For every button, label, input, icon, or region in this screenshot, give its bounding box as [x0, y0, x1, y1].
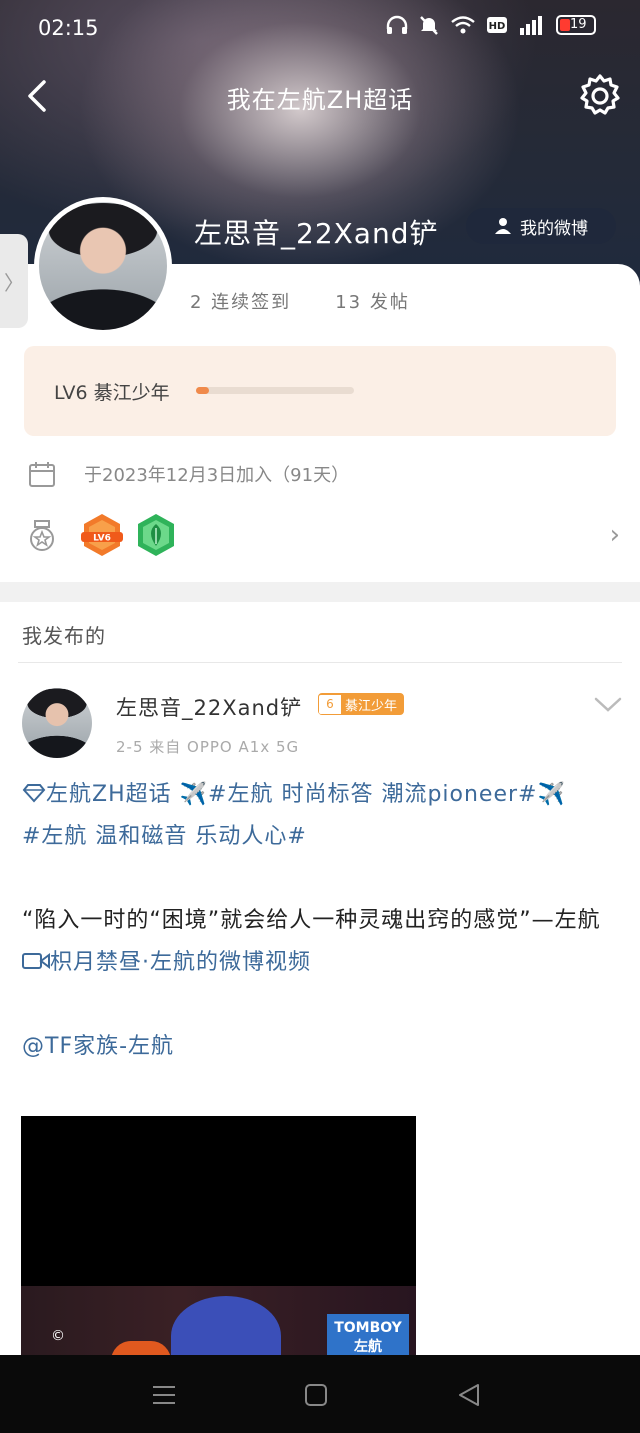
status-bar: 02:15 HD 19 [0, 0, 640, 58]
profile-username: 左思音_22Xand铲 [194, 217, 439, 250]
checkin-stat[interactable]: 2 连续签到 [190, 288, 291, 314]
section-title: 我发布的 [22, 624, 106, 648]
profile-stats: 2 连续签到 13 发帖 [190, 288, 410, 314]
video-thumbnail[interactable]: © TOMBOY 左航 [21, 1116, 416, 1356]
badge-row[interactable]: LV6 › [28, 512, 620, 562]
diamond-icon [22, 784, 46, 803]
video-link[interactable]: 枳月禁昼·左航的微博视频 [22, 942, 622, 984]
level-progress-fill [196, 387, 209, 394]
leaf-badge-icon[interactable] [134, 512, 178, 558]
rank-level: 6 [319, 694, 341, 714]
status-time: 02:15 [38, 16, 99, 40]
hd-icon: HD [487, 17, 507, 33]
mention-link[interactable]: @TF家族-左航 [22, 1026, 622, 1068]
home-button[interactable] [300, 1379, 332, 1411]
hashtag-voice[interactable]: #左航 温和磁音 乐动人心# [22, 816, 622, 858]
settings-button[interactable] [576, 72, 624, 120]
battery-icon: 19 [556, 15, 596, 35]
chevron-down-icon [594, 697, 622, 712]
menu-icon [153, 1386, 175, 1404]
topic-link[interactable]: 左航ZH超话 [22, 782, 180, 807]
mute-bell-icon [420, 16, 438, 35]
my-weibo-button[interactable]: 我的微博 [466, 208, 616, 244]
profile-avatar[interactable] [34, 197, 172, 335]
level-label: LV6 綦江少年 [54, 382, 170, 404]
person-icon [495, 218, 511, 234]
copyright-mark: © [51, 1328, 65, 1344]
video-camera-icon [22, 953, 50, 969]
svg-text:LV6: LV6 [93, 534, 111, 544]
post-author-avatar[interactable] [22, 688, 92, 758]
signal-icon [520, 16, 542, 35]
battery-level: 19 [570, 17, 587, 32]
back-nav-button[interactable] [454, 1379, 486, 1411]
post-menu-button[interactable] [592, 692, 624, 716]
medal-icon [30, 520, 54, 551]
calendar-icon [29, 462, 55, 487]
post-quote: “陷入一时的“困境”就会给人一种灵魂出窍的感觉”—左航 [22, 908, 601, 933]
divider-line [18, 662, 622, 663]
menu-button[interactable] [148, 1379, 180, 1411]
post-tags-line-1: 左航ZH超话 ✈️#左航 时尚标答 潮流pioneer#✈️ [22, 774, 622, 816]
chevron-right-icon[interactable]: › [610, 520, 620, 550]
rank-tag: 6 綦江少年 [318, 693, 405, 715]
join-row: 于2023年12月3日加入（91天） [28, 460, 349, 488]
my-weibo-label: 我的微博 [520, 218, 588, 239]
level-progress-bar [196, 387, 354, 394]
posts-stat[interactable]: 13 发帖 [335, 288, 410, 314]
gear-icon [580, 74, 620, 115]
post-body: 左航ZH超话 ✈️#左航 时尚标答 潮流pioneer#✈️ #左航 温和磁音 … [22, 774, 622, 1068]
hashtag-fashion[interactable]: ✈️#左航 时尚标答 潮流pioneer#✈️ [180, 782, 566, 807]
svg-text:HD: HD [489, 21, 506, 32]
section-divider [0, 582, 640, 602]
topic-link-text: 左航ZH超话 [46, 782, 172, 807]
triangle-back-icon [459, 1384, 479, 1406]
video-link-text: 枳月禁昼·左航的微博视频 [50, 950, 311, 975]
join-date: 于2023年12月3日加入（91天） [84, 465, 350, 486]
post-meta: 2-5 来自 OPPO A1x 5G [116, 738, 300, 756]
post-author-name[interactable]: 左思音_22Xand铲 [116, 692, 302, 722]
side-drawer-tab[interactable]: 〉 [0, 234, 28, 328]
status-icons: HD 19 [386, 14, 596, 36]
page-title: 我在左航ZH超话 [226, 86, 414, 114]
lv6-badge-icon[interactable]: LV6 [80, 512, 124, 558]
rank-name: 綦江少年 [345, 698, 398, 714]
brand-logo: TOMBOY 左航 [327, 1314, 409, 1356]
chevron-right-icon: 〉 [4, 270, 24, 295]
level-box[interactable]: LV6 綦江少年 [24, 346, 616, 436]
system-nav-bar [0, 1355, 640, 1433]
headphones-icon [386, 15, 408, 34]
home-square-icon [305, 1384, 327, 1406]
wifi-icon [451, 16, 475, 34]
